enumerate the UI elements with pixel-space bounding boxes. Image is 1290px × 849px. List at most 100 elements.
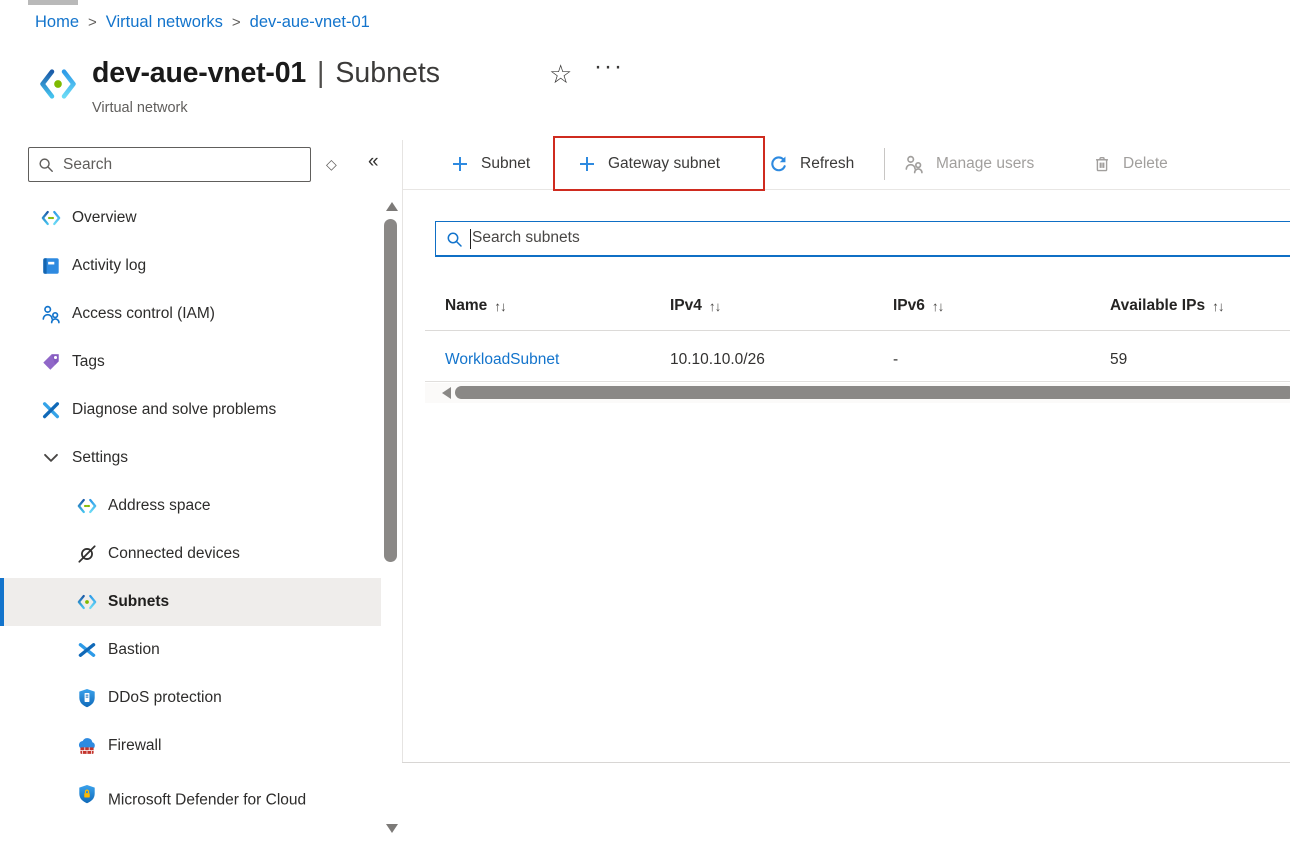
collapse-sidebar-icon[interactable]: « <box>368 151 379 173</box>
resource-name: dev-aue-vnet-01 <box>92 57 306 89</box>
manage-users-button[interactable]: Manage users <box>903 140 1034 188</box>
cell-ipv4: 10.10.10.0/26 <box>670 351 893 369</box>
sidebar-item-overview[interactable]: Overview <box>0 194 381 242</box>
add-subnet-label: Subnet <box>481 155 530 173</box>
breadcrumb-link-vnet[interactable]: dev-aue-vnet-01 <box>250 13 370 32</box>
text-caret <box>470 229 471 249</box>
sort-arrows-icon: ↑↓ <box>1212 299 1224 314</box>
trash-icon <box>1092 154 1112 174</box>
sort-arrows-icon: ↑↓ <box>932 299 944 314</box>
content-left-divider <box>402 140 403 762</box>
title-separator: | <box>317 57 324 89</box>
breadcrumb-link-home[interactable]: Home <box>35 13 79 32</box>
window-artifact <box>28 0 78 5</box>
sidebar-scroll-up-arrow[interactable] <box>386 202 398 211</box>
content-bottom-border <box>402 762 1290 763</box>
add-gateway-subnet-label: Gateway subnet <box>608 155 720 173</box>
subnet-icon <box>76 591 98 613</box>
scroll-left-arrow[interactable] <box>442 387 451 399</box>
column-header-ipv4[interactable]: IPv4↑↓ <box>670 297 893 315</box>
sidebar-item-label: Bastion <box>108 641 160 659</box>
sidebar-search-input[interactable] <box>63 149 303 180</box>
sidebar-item-label: Diagnose and solve problems <box>72 401 276 419</box>
cell-ipv6: - <box>893 351 1110 369</box>
sidebar-item-subnets[interactable]: Subnets <box>0 578 381 626</box>
delete-label: Delete <box>1123 155 1168 173</box>
dock-icon[interactable]: ◇ <box>326 156 337 173</box>
manage-users-label: Manage users <box>936 155 1034 173</box>
sort-arrows-icon: ↑↓ <box>709 299 721 314</box>
defender-icon <box>76 783 98 805</box>
sidebar-scrollbar-thumb[interactable] <box>384 219 397 562</box>
breadcrumb-link-virtual-networks[interactable]: Virtual networks <box>106 13 223 32</box>
sidebar-item-label: Address space <box>108 497 211 515</box>
vnet-icon <box>40 207 62 229</box>
sidebar-item-diagnose[interactable]: Diagnose and solve problems <box>0 386 381 434</box>
delete-button[interactable]: Delete <box>1092 140 1168 188</box>
resource-type-label: Virtual network <box>92 100 188 116</box>
page-title: dev-aue-vnet-01 | Subnets <box>92 57 440 90</box>
sidebar-item-bastion[interactable]: Bastion <box>0 626 381 674</box>
azure-portal-page: Home > Virtual networks > dev-aue-vnet-0… <box>0 0 1290 849</box>
sidebar-search-box[interactable] <box>28 147 311 182</box>
chevron-down-icon <box>40 447 62 469</box>
breadcrumb-separator: > <box>232 14 241 31</box>
sidebar-item-label: DDoS protection <box>108 689 222 707</box>
more-options-icon[interactable]: ··· <box>594 53 624 81</box>
sidebar-item-label: Firewall <box>108 737 161 755</box>
table-header-row: Name↑↓ IPv4↑↓ IPv6↑↓ Available IPs↑↓ <box>445 293 1290 319</box>
plus-icon <box>450 154 470 174</box>
tag-icon <box>40 351 62 373</box>
access-control-icon <box>40 303 62 325</box>
address-space-icon <box>76 495 98 517</box>
sidebar-item-label: Connected devices <box>108 545 240 563</box>
sidebar-item-activity-log[interactable]: Activity log <box>0 242 381 290</box>
breadcrumb: Home > Virtual networks > dev-aue-vnet-0… <box>35 13 370 32</box>
virtual-network-icon <box>38 64 78 104</box>
sidebar-item-label: Microsoft Defender for Cloud <box>108 790 313 809</box>
title-section: Subnets <box>335 57 440 89</box>
sidebar-item-firewall[interactable]: Firewall <box>0 722 381 770</box>
firewall-icon <box>76 735 98 757</box>
sidebar-scroll-down-arrow[interactable] <box>386 824 398 833</box>
refresh-icon <box>768 154 789 175</box>
sort-arrows-icon: ↑↓ <box>494 299 506 314</box>
table-header-divider <box>425 330 1290 331</box>
sidebar-item-connected-devices[interactable]: Connected devices <box>0 530 381 578</box>
horizontal-scrollbar[interactable] <box>425 383 1290 403</box>
activity-log-icon <box>40 255 62 277</box>
add-subnet-button[interactable]: Subnet <box>450 140 530 188</box>
plus-icon <box>577 154 597 174</box>
subnet-search-box[interactable] <box>435 221 1290 257</box>
breadcrumb-separator: > <box>88 14 97 31</box>
sidebar-group-label: Settings <box>72 449 128 467</box>
column-header-available-ips[interactable]: Available IPs↑↓ <box>1110 297 1290 315</box>
sidebar-item-defender[interactable]: Microsoft Defender for Cloud <box>0 770 381 830</box>
column-header-name[interactable]: Name↑↓ <box>445 297 670 315</box>
tools-icon <box>40 399 62 421</box>
sidebar-item-label: Access control (IAM) <box>72 305 215 323</box>
sidebar-item-label: Subnets <box>108 593 169 611</box>
refresh-button[interactable]: Refresh <box>768 140 854 188</box>
cell-available-ips: 59 <box>1110 351 1290 369</box>
search-icon <box>37 156 56 175</box>
refresh-label: Refresh <box>800 155 854 173</box>
subnet-link[interactable]: WorkloadSubnet <box>445 351 559 368</box>
subnet-search-input[interactable] <box>472 223 1282 253</box>
horizontal-scrollbar-thumb[interactable] <box>455 386 1290 399</box>
column-header-ipv6[interactable]: IPv6↑↓ <box>893 297 1110 315</box>
table-row[interactable]: WorkloadSubnet 10.10.10.0/26 - 59 <box>445 341 1290 379</box>
sidebar-item-tags[interactable]: Tags <box>0 338 381 386</box>
manage-users-icon <box>903 153 925 175</box>
toolbar-bottom-border <box>403 189 1290 190</box>
bastion-icon <box>76 639 98 661</box>
sidebar-item-address-space[interactable]: Address space <box>0 482 381 530</box>
sidebar-item-access-control[interactable]: Access control (IAM) <box>0 290 381 338</box>
sidebar-group-settings[interactable]: Settings <box>0 434 381 482</box>
toolbar-divider <box>884 148 885 180</box>
favorite-star-icon[interactable]: ☆ <box>549 59 572 90</box>
sidebar-item-ddos-protection[interactable]: DDoS protection <box>0 674 381 722</box>
table-row-divider <box>425 381 1290 382</box>
sidebar-item-label: Overview <box>72 209 137 227</box>
add-gateway-subnet-button[interactable]: Gateway subnet <box>577 140 720 188</box>
